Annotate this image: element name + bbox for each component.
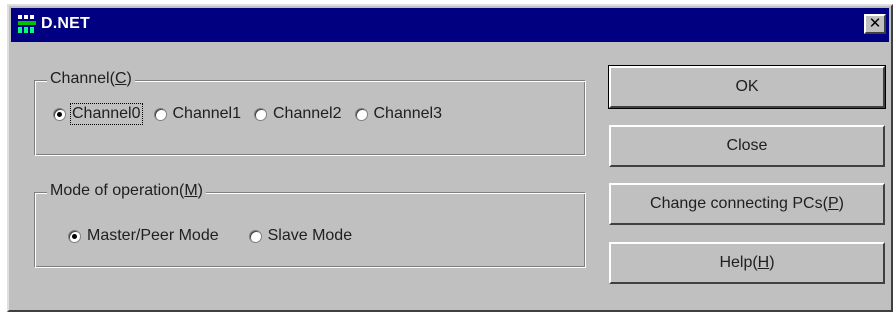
close-window-button[interactable]: ✕ [864, 14, 886, 34]
radio-channel0[interactable]: Channel0 [53, 103, 143, 125]
radio-button[interactable] [354, 107, 368, 121]
radio-button-checked[interactable] [53, 107, 66, 121]
radio-channel2[interactable]: Channel2 [254, 105, 342, 123]
radio-button[interactable] [248, 229, 262, 243]
radio-channel3[interactable]: Channel3 [354, 105, 443, 123]
title-bar[interactable]: D.NET ✕ [11, 8, 889, 42]
help-button[interactable]: Help(H) [609, 242, 885, 284]
radio-label: Channel2 [273, 105, 342, 122]
channel-group-label: Channel(C) [47, 70, 135, 88]
radio-label: Master/Peer Mode [87, 227, 219, 244]
network-app-icon [16, 13, 38, 35]
dialog-window: D.NET ✕ Channel(C) Channel0 Channel1 Cha… [7, 4, 893, 312]
radio-label: Channel1 [172, 105, 242, 122]
radio-channel1[interactable]: Channel1 [153, 105, 242, 123]
ok-button[interactable]: OK [608, 65, 886, 109]
change-connecting-pcs-button[interactable]: Change connecting PCs(P) [609, 183, 885, 225]
help-button-label: Help(H) [719, 254, 775, 271]
radio-button[interactable] [153, 107, 167, 121]
radio-label: Channel0 [70, 103, 143, 125]
close-button[interactable]: Close [609, 125, 885, 167]
ok-button-label: OK [735, 78, 759, 95]
channel-group: Channel(C) Channel0 Channel1 Channel2 Ch… [34, 70, 586, 156]
radio-master-peer-mode[interactable]: Master/Peer Mode [68, 227, 219, 245]
mode-group-label: Mode of operation(M) [47, 182, 206, 200]
close-icon: ✕ [868, 15, 882, 32]
radio-label: Slave Mode [267, 227, 353, 244]
mode-group: Mode of operation(M) Master/Peer Mode Sl… [34, 182, 586, 268]
radio-slave-mode[interactable]: Slave Mode [248, 227, 353, 245]
close-button-label: Close [726, 137, 768, 154]
window-title: D.NET [41, 15, 90, 32]
radio-button-checked[interactable] [68, 229, 81, 243]
radio-button[interactable] [254, 107, 267, 121]
change-connecting-pcs-label: Change connecting PCs(P) [650, 195, 844, 212]
radio-label: Channel3 [373, 105, 443, 122]
